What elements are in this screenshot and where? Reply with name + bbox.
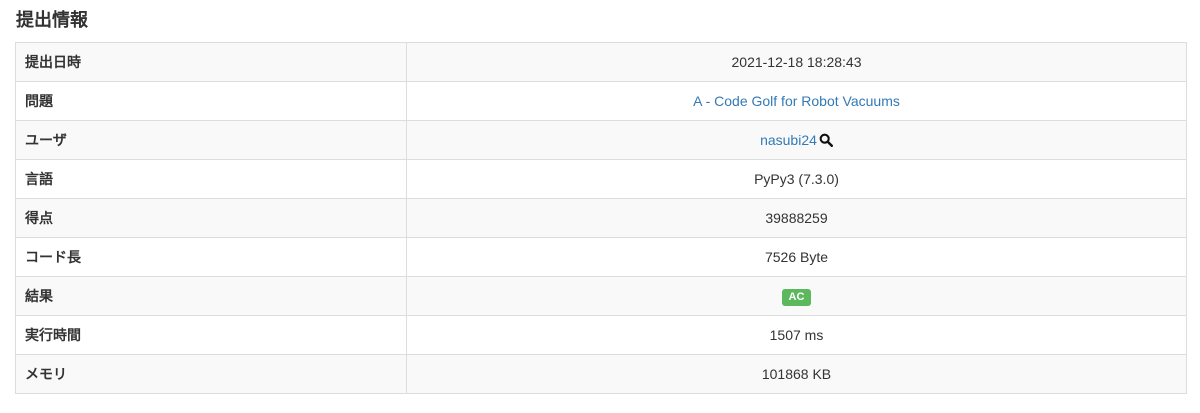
table-row-code-length: コード長 7526 Byte (15, 237, 1187, 277)
row-label-code-length: コード長 (15, 237, 407, 277)
table-row-language: 言語 PyPy3 (7.3.0) (15, 159, 1187, 199)
table-row-score: 得点 39888259 (15, 198, 1187, 238)
row-value-exec-time: 1507 ms (406, 315, 1187, 355)
table-row-exec-time: 実行時間 1507 ms (15, 315, 1187, 355)
table-row-memory: メモリ 101868 KB (15, 354, 1187, 394)
row-label-problem: 問題 (15, 81, 407, 121)
table-row-submitted-at: 提出日時 2021-12-18 18:28:43 (15, 42, 1187, 82)
row-value-problem: A - Code Golf for Robot Vacuums (406, 81, 1187, 121)
submission-info-page: 提出情報 提出日時 2021-12-18 18:28:43 問題 A - Cod… (0, 0, 1200, 413)
problem-link[interactable]: A - Code Golf for Robot Vacuums (693, 93, 900, 109)
row-label-user: ユーザ (15, 120, 407, 160)
row-label-result: 結果 (15, 276, 407, 316)
row-value-submitted-at: 2021-12-18 18:28:43 (406, 42, 1187, 82)
row-label-language: 言語 (15, 159, 407, 199)
row-value-memory: 101868 KB (406, 354, 1187, 394)
row-value-score: 39888259 (406, 198, 1187, 238)
table-row-result: 結果 AC (15, 276, 1187, 316)
search-icon[interactable] (819, 133, 833, 147)
row-value-language: PyPy3 (7.3.0) (406, 159, 1187, 199)
status-badge: AC (781, 288, 812, 306)
user-link[interactable]: nasubi24 (760, 132, 817, 148)
table-row-problem: 問題 A - Code Golf for Robot Vacuums (15, 81, 1187, 121)
row-value-user: nasubi24 (406, 120, 1187, 160)
row-label-exec-time: 実行時間 (15, 315, 407, 355)
row-label-memory: メモリ (15, 354, 407, 394)
table-row-user: ユーザ nasubi24 (15, 120, 1187, 160)
submission-info-table: 提出日時 2021-12-18 18:28:43 問題 A - Code Gol… (15, 42, 1187, 394)
row-label-submitted-at: 提出日時 (15, 42, 407, 82)
row-value-result: AC (406, 276, 1187, 316)
page-title: 提出情報 (16, 10, 88, 30)
row-label-score: 得点 (15, 198, 407, 238)
row-value-code-length: 7526 Byte (406, 237, 1187, 277)
